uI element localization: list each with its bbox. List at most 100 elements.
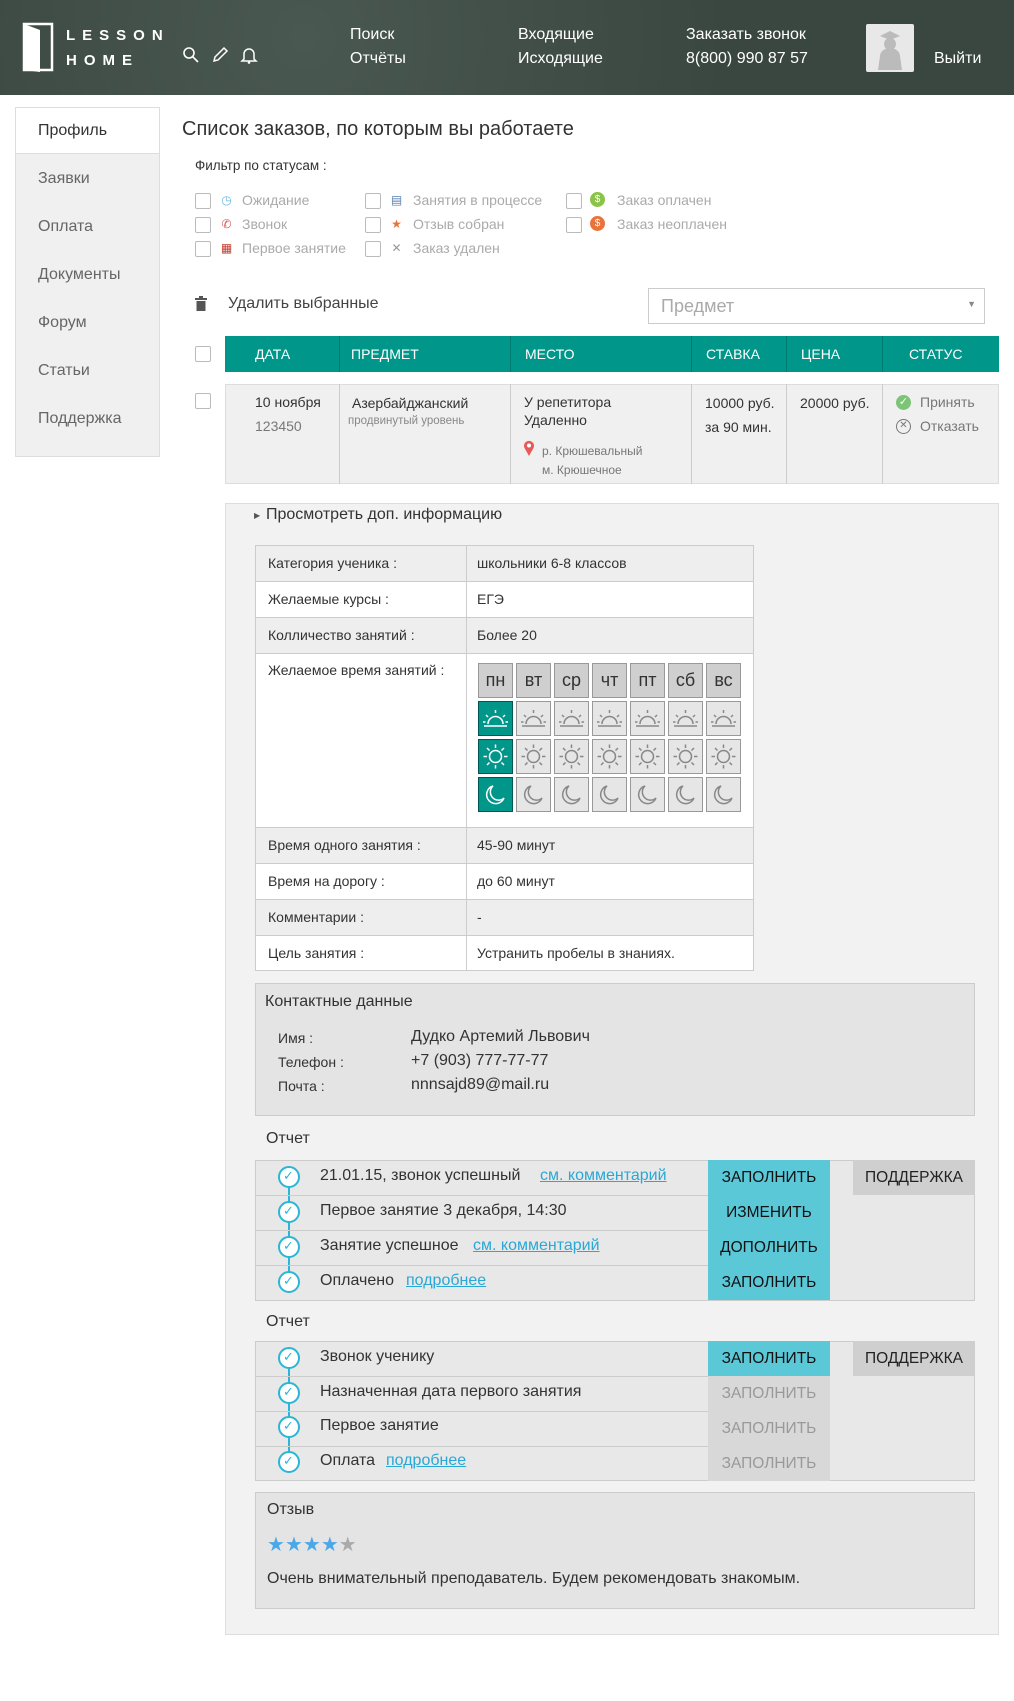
sidebar-item-requests[interactable]: Заявки xyxy=(16,156,159,202)
coin-orange-icon: $ xyxy=(590,216,605,231)
time-slot[interactable] xyxy=(630,739,665,774)
callback-link[interactable]: Заказать звонок xyxy=(686,26,806,44)
avatar[interactable] xyxy=(866,24,914,72)
sidebar-item-profile[interactable]: Профиль xyxy=(16,108,159,154)
report-1-item-2-button[interactable]: ИЗМЕНИТЬ xyxy=(708,1195,830,1230)
report-1-item-1-link[interactable]: см. комментарий xyxy=(540,1167,667,1185)
logo-text-top[interactable]: LESSON xyxy=(66,27,170,44)
time-slot[interactable] xyxy=(706,701,741,736)
header-divider xyxy=(786,336,787,372)
time-slot[interactable] xyxy=(630,777,665,812)
moon-icon xyxy=(523,785,543,805)
row-checkbox[interactable] xyxy=(195,393,211,409)
chevron-check-icon: ✓ xyxy=(283,1203,294,1218)
moon-icon xyxy=(599,785,619,805)
nav-reports-link[interactable]: Отчёты xyxy=(350,50,406,68)
accept-button[interactable]: Принять xyxy=(920,394,975,410)
column-header-place[interactable]: МЕСТО xyxy=(525,336,574,372)
filter-checkbox-waiting[interactable] xyxy=(195,193,211,209)
report-1-support-button[interactable]: ПОДДЕРЖКА xyxy=(853,1160,975,1195)
order-place-2: Удаленно xyxy=(524,412,587,428)
sidebar-item-payment[interactable]: Оплата xyxy=(16,204,159,250)
logout-link[interactable]: Выйти xyxy=(934,50,981,68)
column-header-subject[interactable]: ПРЕДМЕТ xyxy=(351,336,419,372)
filter-checkbox-paid[interactable] xyxy=(566,193,582,209)
filter-checkbox-first-lesson[interactable] xyxy=(195,241,211,257)
time-slot[interactable] xyxy=(516,701,551,736)
search-icon[interactable] xyxy=(182,46,200,64)
report-1-item-1-button[interactable]: ЗАПОЛНИТЬ xyxy=(708,1160,830,1195)
report-2-support-button[interactable]: ПОДДЕРЖКА xyxy=(853,1341,975,1376)
nav-search-link[interactable]: Поиск xyxy=(350,26,394,44)
contact-email[interactable]: nnnsajd89@mail.ru xyxy=(411,1076,549,1094)
time-slot[interactable] xyxy=(478,739,513,774)
sidebar-item-support[interactable]: Поддержка xyxy=(16,396,159,442)
time-slot[interactable] xyxy=(478,777,513,812)
bell-icon[interactable] xyxy=(240,46,258,64)
column-header-price[interactable]: ЦЕНА xyxy=(801,336,840,372)
time-slot[interactable] xyxy=(630,701,665,736)
delete-selected-button[interactable]: Удалить выбранные xyxy=(228,295,379,313)
info-value-goal: Устранить пробелы в знаниях. xyxy=(467,936,753,970)
time-slot[interactable] xyxy=(592,777,627,812)
row-divider xyxy=(691,384,692,484)
report-2-item-4-link[interactable]: подробнее xyxy=(386,1452,466,1470)
review-text: Очень внимательный преподаватель. Будем … xyxy=(267,1570,801,1587)
time-slot[interactable] xyxy=(516,739,551,774)
accept-check-icon[interactable]: ✓ xyxy=(896,395,911,410)
time-slot[interactable] xyxy=(516,777,551,812)
time-slot[interactable] xyxy=(478,701,513,736)
header-divider xyxy=(882,336,883,372)
details-toggle[interactable]: Просмотреть доп. информацию xyxy=(266,506,502,524)
sidebar-item-articles[interactable]: Статьи xyxy=(16,348,159,394)
nav-incoming-link[interactable]: Входящие xyxy=(518,26,594,44)
sidebar-item-documents[interactable]: Документы xyxy=(16,252,159,298)
pencil-icon[interactable] xyxy=(211,46,229,64)
review-title: Отзыв xyxy=(267,1501,315,1518)
moon-icon xyxy=(637,785,657,805)
subject-select[interactable]: Предмет ▼ xyxy=(648,288,985,324)
trash-icon[interactable] xyxy=(194,296,208,312)
report-1-title: Отчет xyxy=(266,1130,310,1147)
report-1-item-4-button[interactable]: ЗАПОЛНИТЬ xyxy=(708,1265,830,1300)
report-1-item-4-link[interactable]: подробнее xyxy=(406,1272,486,1290)
top-header: LESSON HOME Поиск Отчёты Входящие Исходя… xyxy=(0,0,1014,95)
filter-checkbox-in-progress[interactable] xyxy=(365,193,381,209)
chevron-check-icon: ✓ xyxy=(283,1418,294,1433)
report-2-item-2-button[interactable]: ЗАПОЛНИТЬ xyxy=(708,1376,830,1411)
sidebar-item-forum[interactable]: Форум xyxy=(16,300,159,346)
time-slot[interactable] xyxy=(668,777,703,812)
nav-outgoing-link[interactable]: Исходящие xyxy=(518,50,603,68)
filter-title: Фильтр по статусам : xyxy=(195,158,327,173)
decline-x-icon[interactable]: ✕ xyxy=(896,419,911,434)
info-value-category: школьники 6-8 классов xyxy=(467,546,753,581)
time-slot[interactable] xyxy=(706,777,741,812)
contact-phone[interactable]: +7 (903) 777-77-77 xyxy=(411,1052,548,1070)
filter-checkbox-deleted[interactable] xyxy=(365,241,381,257)
time-slot[interactable] xyxy=(554,777,589,812)
logo-text-bottom[interactable]: HOME xyxy=(66,52,139,69)
time-slot[interactable] xyxy=(554,701,589,736)
filter-checkbox-unpaid[interactable] xyxy=(566,217,582,233)
select-all-checkbox[interactable] xyxy=(195,346,211,362)
report-2-item-1-button[interactable]: ЗАПОЛНИТЬ xyxy=(708,1341,830,1376)
filter-checkbox-review[interactable] xyxy=(365,217,381,233)
caret-right-icon[interactable]: ▶ xyxy=(254,511,260,520)
time-slot[interactable] xyxy=(592,739,627,774)
time-slot[interactable] xyxy=(668,739,703,774)
decline-button[interactable]: Отказать xyxy=(920,418,979,434)
time-slot[interactable] xyxy=(706,739,741,774)
report-1-item-3-button[interactable]: ДОПОЛНИТЬ xyxy=(708,1230,830,1265)
column-header-date[interactable]: ДАТА xyxy=(255,336,290,372)
time-slot[interactable] xyxy=(592,701,627,736)
report-2-item-3-button[interactable]: ЗАПОЛНИТЬ xyxy=(708,1411,830,1446)
time-slot[interactable] xyxy=(554,739,589,774)
report-2-item-4-button[interactable]: ЗАПОЛНИТЬ xyxy=(708,1446,830,1481)
column-header-status[interactable]: СТАТУС xyxy=(909,336,963,372)
info-label-lesson-duration: Время одного занятия : xyxy=(256,828,466,863)
filter-checkbox-call[interactable] xyxy=(195,217,211,233)
report-1-item-3-link[interactable]: см. комментарий xyxy=(473,1237,600,1255)
moon-icon xyxy=(561,785,581,805)
time-slot[interactable] xyxy=(668,701,703,736)
column-header-rate[interactable]: СТАВКА xyxy=(706,336,760,372)
